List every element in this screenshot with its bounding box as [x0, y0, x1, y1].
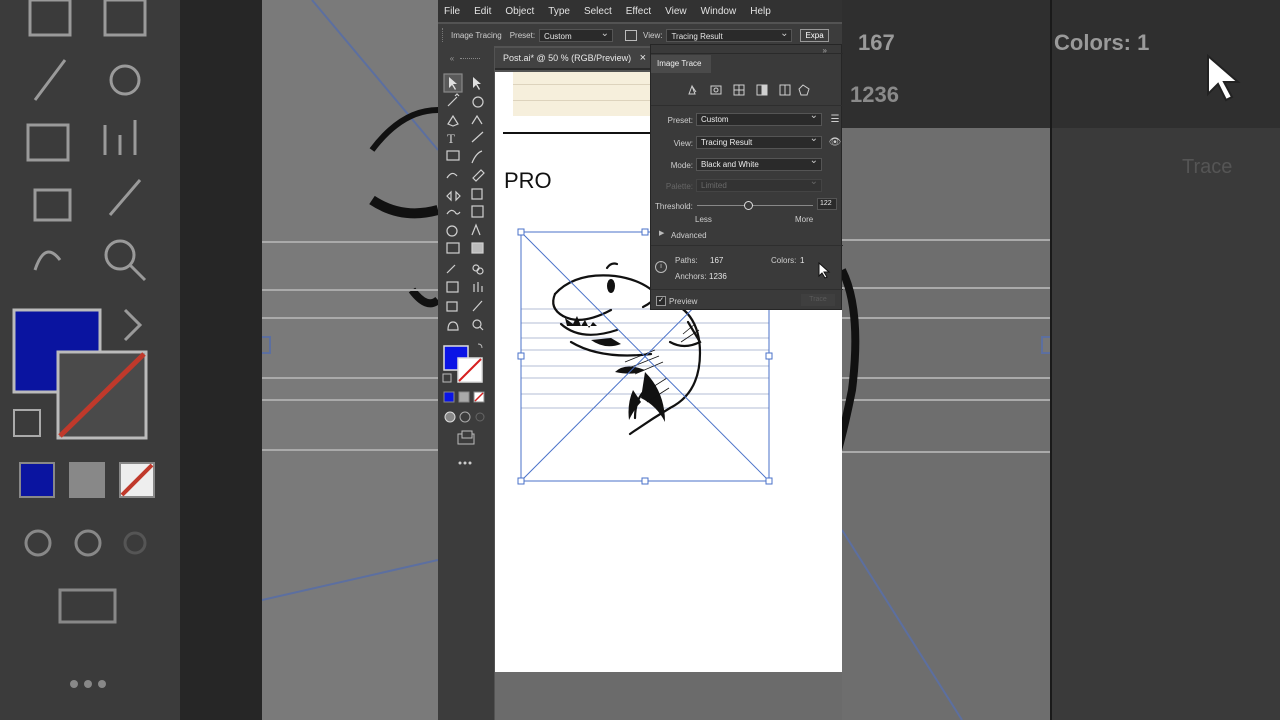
preset-icons-row[interactable]: [685, 83, 815, 97]
menu-object[interactable]: Object: [505, 6, 534, 17]
preview-label: Preview: [669, 297, 698, 306]
panel-divider: [651, 105, 843, 106]
background-document-art: [255, 0, 438, 601]
info-icon: i: [655, 261, 667, 273]
background-anchors-value: 1236: [850, 82, 899, 107]
preset-dropdown[interactable]: Custom: [696, 110, 822, 126]
background-paths-value: 167: [858, 30, 895, 55]
control-bar-grip[interactable]: [442, 28, 447, 42]
colors-value: 1: [800, 256, 805, 265]
palette-label: Palette:: [665, 182, 693, 191]
image-trace-panel: » Image Trace Preset: Custom ☰ View: Tra…: [650, 44, 843, 310]
document-tab-close[interactable]: ×: [640, 52, 646, 64]
threshold-less-label: Less: [695, 215, 712, 224]
advanced-toggle-icon[interactable]: ▶: [659, 229, 664, 237]
control-view-label: View:: [643, 30, 663, 40]
collapse-icon[interactable]: «: [444, 50, 460, 66]
mode-label: Mode:: [670, 161, 693, 170]
pasteboard: [495, 672, 842, 720]
background-canvas-art: [842, 239, 1050, 720]
threshold-slider[interactable]: [697, 201, 813, 210]
panel-header-divider: [651, 53, 843, 54]
control-preset-label: Preset:: [509, 30, 536, 40]
background-document: [255, 0, 438, 720]
background-left: [0, 0, 438, 720]
menu-effect[interactable]: Effect: [626, 6, 651, 17]
threshold-input[interactable]: 122: [817, 198, 837, 210]
palette-dropdown: Limited: [696, 176, 822, 192]
background-colors-text: Colors: 1: [1054, 30, 1150, 55]
trace-button[interactable]: Trace: [801, 294, 835, 306]
panel-divider-3: [651, 289, 843, 290]
control-bar-label: Image Tracing: [451, 30, 502, 40]
control-view-dropdown[interactable]: Tracing Result: [666, 27, 793, 42]
background-divider: [1050, 0, 1052, 720]
mouse-cursor-icon: [818, 262, 831, 279]
anchors-label: Anchors:: [675, 272, 707, 281]
menu-window[interactable]: Window: [701, 6, 737, 17]
background-trace-button: Trace: [1134, 142, 1264, 188]
paths-value: 167: [710, 256, 724, 265]
menu-type[interactable]: Type: [548, 6, 570, 17]
menu-view[interactable]: View: [665, 6, 687, 17]
list-icon[interactable]: ☰: [829, 113, 841, 125]
advanced-label[interactable]: Advanced: [671, 231, 707, 240]
panel-toggle-icon[interactable]: [625, 29, 638, 41]
tools-grip[interactable]: [460, 58, 480, 63]
background-right: 167 Colors: 1 1236 Trace: [842, 0, 1280, 720]
svg-text:T: T: [447, 131, 455, 146]
threshold-slider-thumb[interactable]: [744, 201, 754, 210]
preview-checkbox[interactable]: ✓: [656, 296, 666, 306]
document-tab-title: Post.ai* @ 50 % (RGB/Preview): [503, 53, 632, 63]
paths-label: Paths:: [675, 256, 698, 265]
document-tab[interactable]: Post.ai* @ 50 % (RGB/Preview) ×: [495, 48, 650, 70]
menu-help[interactable]: Help: [750, 6, 771, 17]
background-cursor-icon: [1207, 54, 1241, 102]
menu-bar: File Edit Object Type Select Effect View…: [438, 0, 842, 22]
threshold-label: Threshold:: [655, 202, 693, 211]
tools-icons[interactable]: T: [438, 72, 494, 512]
tools-panel: « T: [438, 46, 494, 720]
threshold-more-label: More: [795, 215, 814, 224]
control-bar: Image Tracing Preset: Custom View: Traci…: [438, 24, 842, 46]
colors-label: Colors:: [771, 256, 797, 265]
background-tool-icons: [12, 0, 155, 688]
view-label: View:: [673, 139, 693, 148]
anchors-value: 1236: [709, 272, 727, 281]
mode-dropdown[interactable]: Black and White: [696, 155, 822, 171]
panel-title[interactable]: Image Trace: [651, 55, 711, 73]
panel-divider-2: [651, 245, 843, 246]
background-trace-label: Trace: [1182, 156, 1233, 178]
view-dropdown[interactable]: Tracing Result: [696, 133, 822, 149]
menu-edit[interactable]: Edit: [474, 6, 491, 17]
background-toolbar: [0, 0, 180, 720]
menu-select[interactable]: Select: [584, 6, 612, 17]
expand-button[interactable]: Expa: [800, 28, 829, 42]
eye-icon[interactable]: 👁: [829, 136, 842, 148]
preset-label: Preset:: [667, 116, 693, 125]
menu-file[interactable]: File: [444, 6, 460, 17]
control-preset-dropdown[interactable]: Custom: [539, 27, 614, 42]
